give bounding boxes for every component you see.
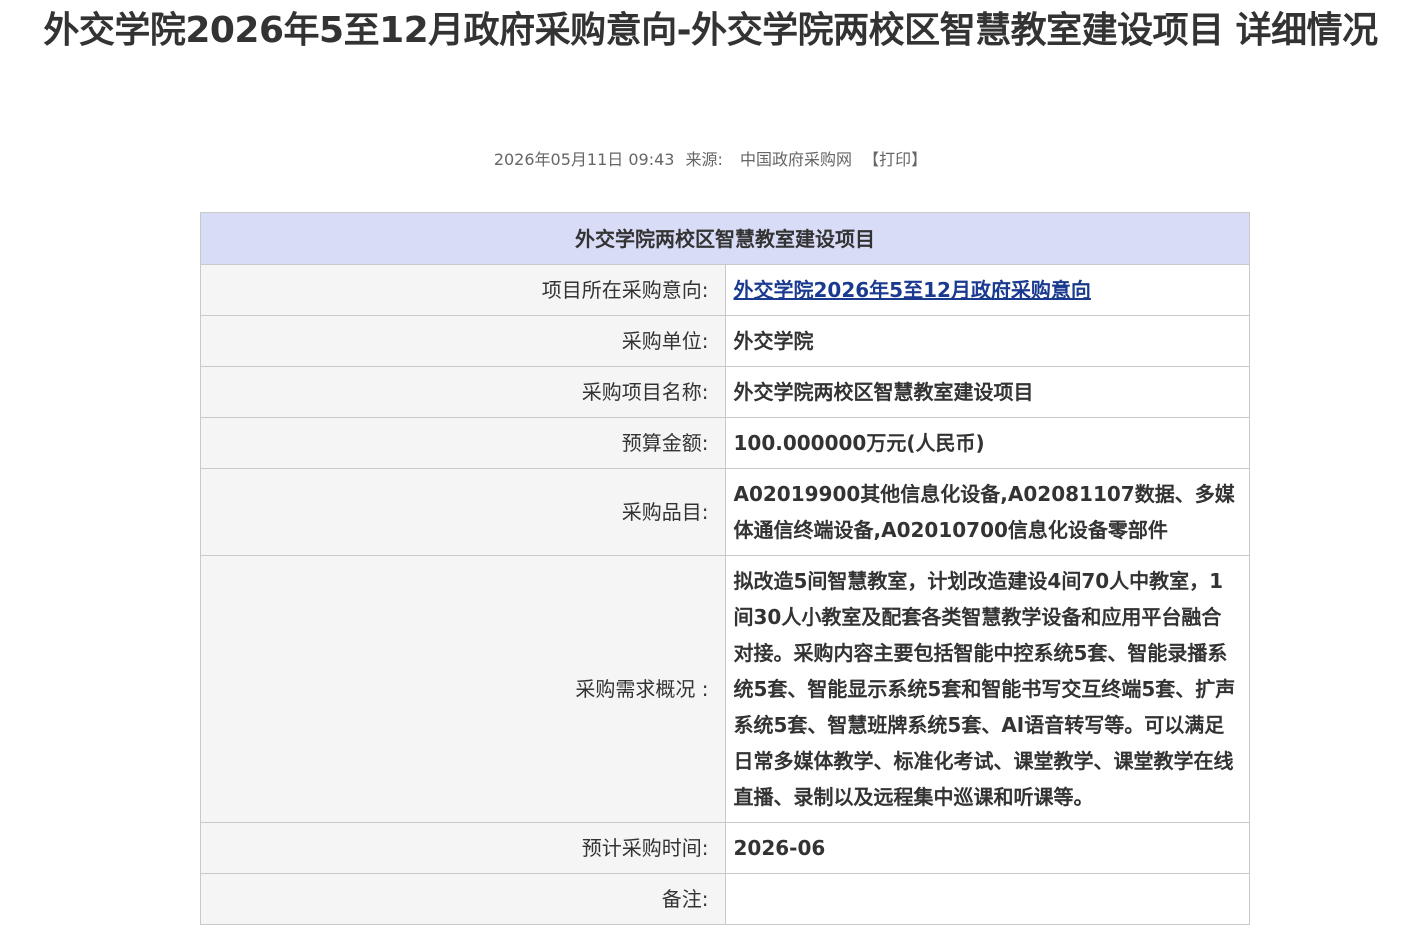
table-row: 采购需求概况 : 拟改造5间智慧教室，计划改造建设4间70人中教室，1间30人小… [200,555,1250,823]
table-row: 项目所在采购意向: 外交学院2026年5至12月政府采购意向 [200,264,1250,316]
row-value-remarks [724,873,1250,925]
article-meta: 2026年05月11日 09:43 来源: 中国政府采购网 【打印】 [0,148,1421,172]
table-row: 备注: [200,873,1250,925]
row-value-project-name: 外交学院两校区智慧教室建设项目 [724,366,1250,418]
source-label: 来源: [685,150,723,169]
row-value-intention: 外交学院2026年5至12月政府采购意向 [724,264,1250,316]
row-label-category: 采购品目: [200,468,726,556]
intention-link[interactable]: 外交学院2026年5至12月政府采购意向 [734,278,1091,302]
row-label-time: 预计采购时间: [200,822,726,874]
page-title: 外交学院2026年5至12月政府采购意向-外交学院两校区智慧教室建设项目 详细情… [43,10,1378,51]
row-value-category: A02019900其他信息化设备,A02081107数据、多媒体通信终端设备,A… [724,468,1250,556]
row-label-unit: 采购单位: [200,315,726,367]
row-label-remarks: 备注: [200,873,726,925]
table-row: 采购单位: 外交学院 [200,315,1250,367]
table-row: 预计采购时间: 2026-06 [200,822,1250,874]
print-link[interactable]: 【打印】 [863,150,927,169]
row-label-demand: 采购需求概况 : [200,555,726,823]
source-name: 中国政府采购网 [740,150,853,169]
row-value-budget: 100.000000万元(人民币) [724,417,1250,469]
table-header: 外交学院两校区智慧教室建设项目 [200,212,1250,265]
row-value-demand: 拟改造5间智慧教室，计划改造建设4间70人中教室，1间30人小教室及配套各类智慧… [724,555,1250,823]
table-row: 采购品目: A02019900其他信息化设备,A02081107数据、多媒体通信… [200,468,1250,556]
row-label-budget: 预算金额: [200,417,726,469]
table-row: 采购项目名称: 外交学院两校区智慧教室建设项目 [200,366,1250,418]
table-row: 预算金额: 100.000000万元(人民币) [200,417,1250,469]
row-label-intention: 项目所在采购意向: [200,264,726,316]
row-label-project-name: 采购项目名称: [200,366,726,418]
row-value-time: 2026-06 [724,822,1250,874]
row-value-unit: 外交学院 [724,315,1250,367]
procurement-detail-table: 外交学院两校区智慧教室建设项目 项目所在采购意向: 外交学院2026年5至12月… [200,212,1250,925]
publish-datetime: 2026年05月11日 09:43 [493,150,675,169]
